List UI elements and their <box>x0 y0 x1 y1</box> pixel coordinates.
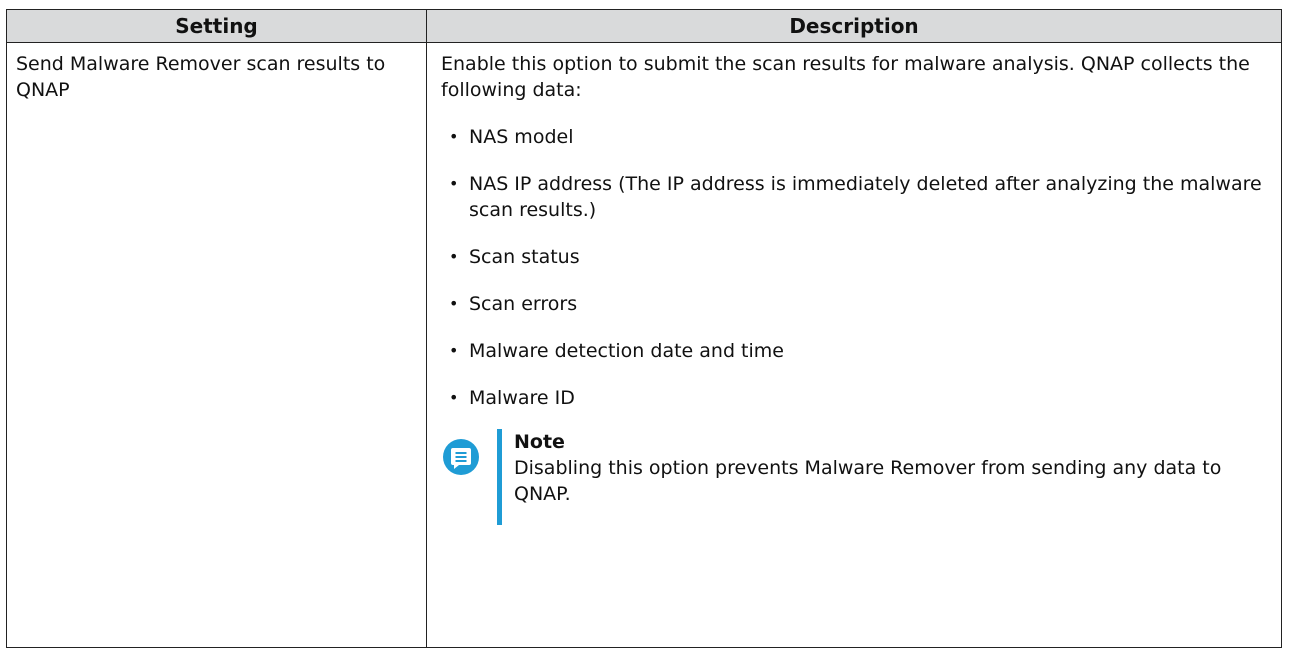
bullet-icon: • <box>449 127 459 146</box>
list-item-text: Malware detection date and time <box>469 340 784 362</box>
note-icon-glyph <box>451 448 471 469</box>
header-row: Setting Description <box>6 9 1282 43</box>
description-intro: Enable this option to submit the scan re… <box>441 53 1250 101</box>
header-setting: Setting <box>6 9 427 43</box>
note-title: Note <box>514 431 565 453</box>
table-header: Setting Description <box>6 9 1282 43</box>
setting-cell: Send Malware Remover scan results to QNA… <box>6 42 427 648</box>
list-item: • Malware detection date and time <box>441 338 1269 364</box>
bullet-icon: • <box>449 247 459 266</box>
note-accent-bar <box>497 429 502 525</box>
setting-name: Send Malware Remover scan results to QNA… <box>16 53 386 101</box>
bullet-icon: • <box>449 294 459 313</box>
list-item: • NAS model <box>441 124 1269 150</box>
table-row: Send Malware Remover scan results to QNA… <box>6 42 1282 648</box>
note-icon <box>443 439 479 475</box>
list-item: • Scan status <box>441 244 1269 270</box>
bullet-icon: • <box>449 174 459 193</box>
settings-table: Setting Description Send Malware Remover… <box>6 9 1282 648</box>
description-cell: Enable this option to submit the scan re… <box>426 42 1282 648</box>
list-item: • Malware ID <box>441 385 1269 411</box>
collected-data-list: • NAS model • NAS IP address (The IP addre… <box>441 124 1269 411</box>
list-item-text: NAS IP address (The IP address is immedi… <box>469 173 1262 221</box>
note-text: Disabling this option prevents Malware R… <box>514 457 1222 505</box>
list-item-text: NAS model <box>469 126 574 148</box>
list-item: • Scan errors <box>441 291 1269 317</box>
list-item-text: Scan errors <box>469 293 578 315</box>
header-description: Description <box>426 9 1282 43</box>
bullet-icon: • <box>449 341 459 360</box>
list-item-text: Malware ID <box>469 387 575 409</box>
bullet-icon: • <box>449 388 459 407</box>
note-callout: Note Disabling this option prevents Malw… <box>441 429 1269 525</box>
note-content: Note Disabling this option prevents Malw… <box>514 429 1259 507</box>
list-item-text: Scan status <box>469 246 580 268</box>
list-item: • NAS IP address (The IP address is immed… <box>441 171 1269 223</box>
